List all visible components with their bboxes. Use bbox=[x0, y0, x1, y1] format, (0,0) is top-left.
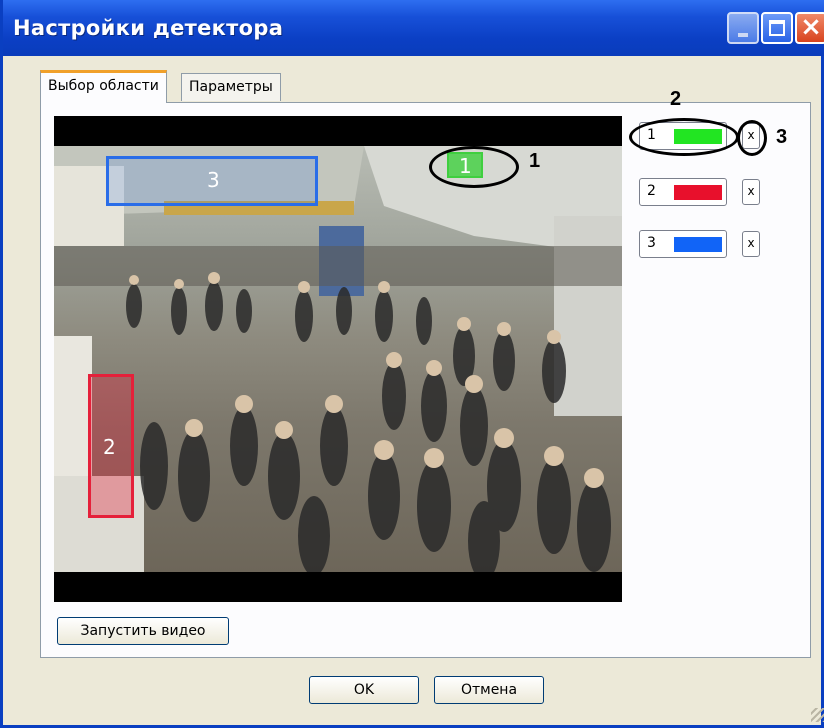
minimize-icon bbox=[738, 33, 748, 37]
callout-region-button-ellipse bbox=[629, 118, 739, 156]
zone-3-label: 3 bbox=[207, 168, 220, 192]
callout-label-1: 1 bbox=[529, 150, 541, 172]
zone-2-label: 2 bbox=[103, 435, 116, 459]
camera-frame: 3 2 1 bbox=[54, 146, 622, 572]
maximize-button[interactable] bbox=[761, 12, 793, 44]
title-bar[interactable]: Настройки детектора × bbox=[3, 0, 824, 56]
region-3-number: 3 bbox=[647, 235, 656, 251]
zone-2-rectangle[interactable]: 2 bbox=[88, 374, 134, 518]
region-3-button[interactable]: 3 bbox=[639, 230, 727, 258]
region-2-color-swatch bbox=[674, 185, 722, 200]
close-icon: × bbox=[800, 12, 822, 42]
callout-label-2: 2 bbox=[670, 88, 682, 110]
region-2-button[interactable]: 2 bbox=[639, 178, 727, 206]
video-preview[interactable]: 3 2 1 bbox=[54, 116, 622, 602]
start-video-button[interactable]: Запустить видео bbox=[57, 617, 229, 645]
cancel-button[interactable]: Отмена bbox=[434, 676, 544, 704]
close-button[interactable]: × bbox=[795, 12, 824, 44]
tab-parameters[interactable]: Параметры bbox=[181, 73, 281, 101]
region-2-delete-button[interactable]: x bbox=[742, 179, 760, 205]
zone-3-rectangle[interactable]: 3 bbox=[106, 156, 318, 206]
minimize-button[interactable] bbox=[727, 12, 759, 44]
window-title: Настройки детектора bbox=[13, 16, 284, 40]
airport-scene-image bbox=[54, 146, 622, 572]
region-2-number: 2 bbox=[647, 183, 656, 199]
region-3-delete-button[interactable]: x bbox=[742, 231, 760, 257]
callout-zone-1-ellipse bbox=[429, 146, 519, 188]
maximize-icon bbox=[769, 20, 785, 36]
region-3-color-swatch bbox=[674, 237, 722, 252]
callout-label-3: 3 bbox=[776, 126, 788, 148]
detector-settings-window: Настройки детектора × Выбор области Пара… bbox=[0, 0, 824, 728]
resize-grip[interactable] bbox=[811, 708, 824, 722]
ok-button[interactable]: OK bbox=[309, 676, 419, 704]
callout-delete-button-ellipse bbox=[737, 120, 767, 156]
tab-area-selection[interactable]: Выбор области bbox=[40, 70, 167, 103]
